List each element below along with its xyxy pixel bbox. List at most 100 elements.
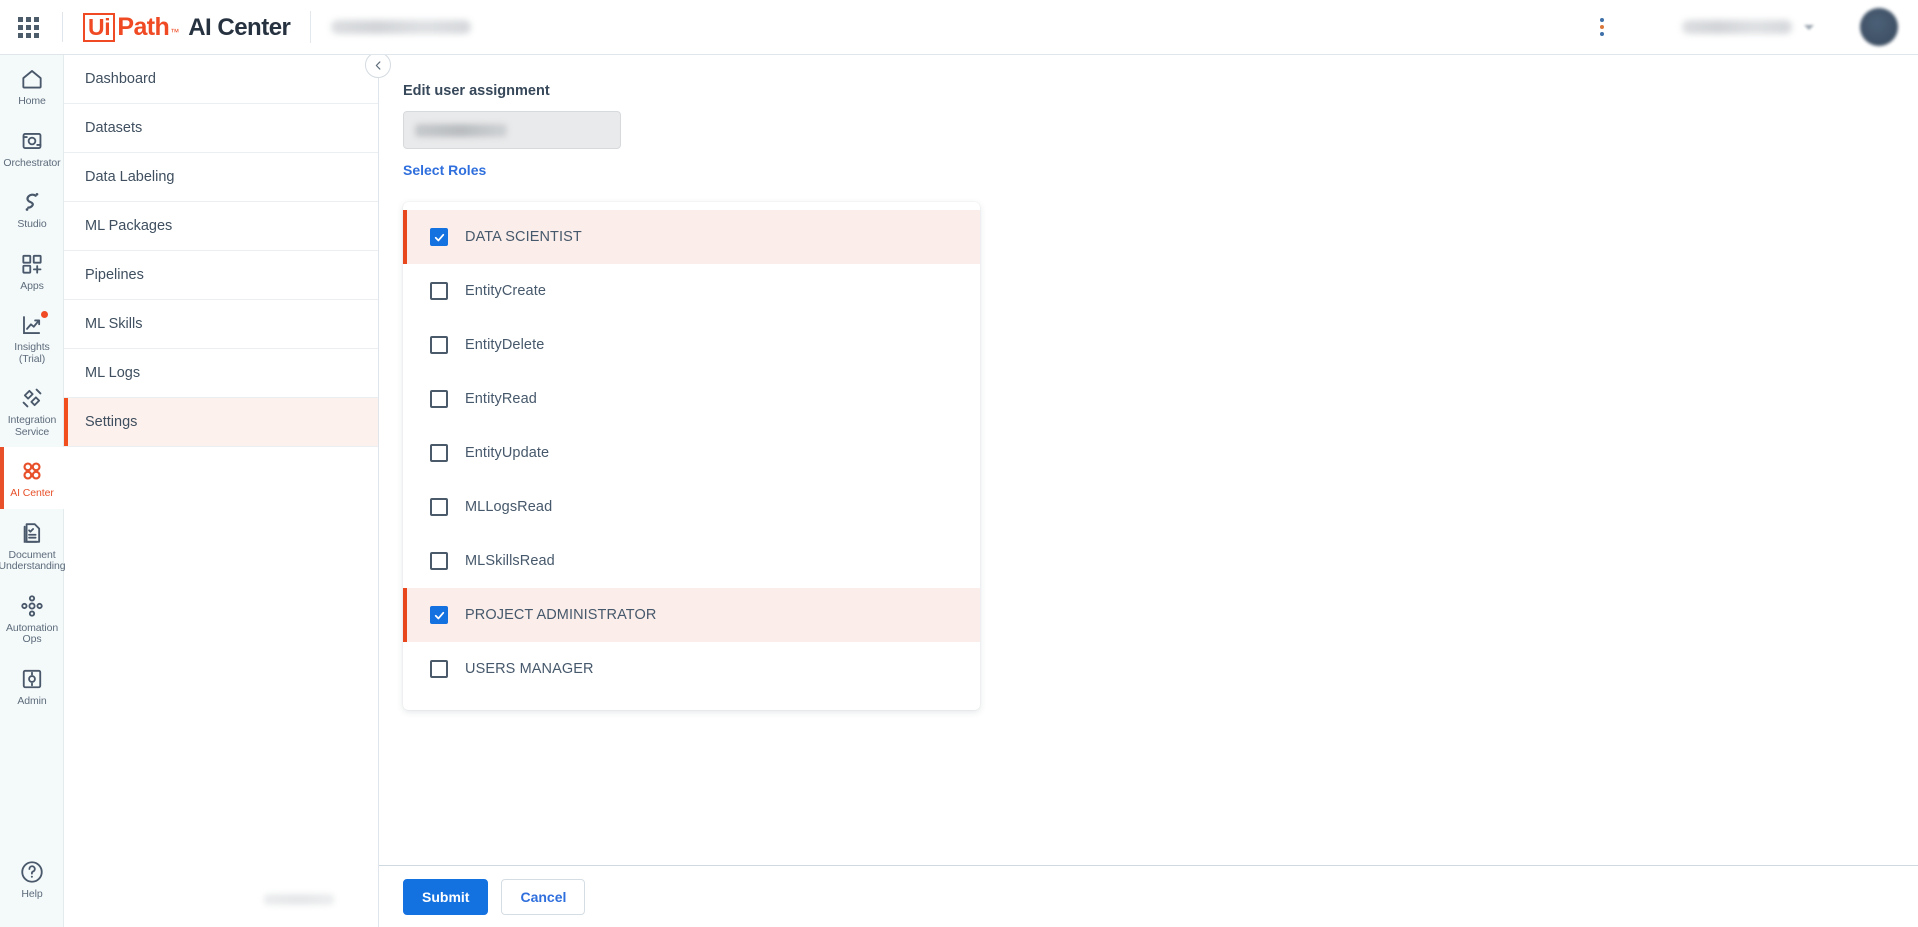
role-checkbox[interactable] (430, 444, 448, 462)
sidebar-item-label: Studio (17, 218, 47, 230)
sidebar-item-label: Automation Ops (5, 621, 59, 645)
subnav-item-label: Datasets (85, 120, 143, 136)
subnav-item-label: Settings (85, 414, 138, 430)
subnav-item-label: Dashboard (85, 71, 156, 87)
role-label: MLLogsRead (465, 499, 553, 515)
role-label: USERS MANAGER (465, 661, 594, 677)
project-name-redacted (331, 20, 472, 34)
role-label: DATA SCIENTIST (465, 229, 582, 245)
home-icon (19, 66, 45, 92)
product-name: AI Center (188, 13, 291, 41)
orchestrator-icon (19, 128, 45, 154)
sidebar-item-insights-trial[interactable]: Insights (Trial) (0, 301, 64, 374)
role-row[interactable]: MLSkillsRead (403, 534, 980, 588)
sidebar-item-label: Apps (20, 279, 44, 292)
role-checkbox[interactable] (430, 606, 448, 624)
roles-list-panel: DATA SCIENTIST EntityCreate EntityDelete En… (403, 202, 980, 710)
role-checkbox[interactable] (430, 336, 448, 354)
role-row[interactable]: PROJECT ADMINISTRATOR (403, 588, 980, 642)
user-field-value-redacted (415, 123, 507, 137)
sidebar-item-ai-center[interactable]: AI Center (0, 447, 64, 509)
subnav-item-label: ML Logs (85, 365, 141, 381)
sidebar-item-admin[interactable]: Admin (0, 655, 64, 717)
subnav-item-ml-skills[interactable]: ML Skills (64, 300, 378, 349)
logo-ui-mark: Ui (83, 12, 116, 42)
subnav-item-data-labeling[interactable]: Data Labeling (64, 153, 378, 202)
sidebar-item-label: AI Center (10, 487, 54, 499)
uipath-logo[interactable]: Ui Path ™ AI Center (83, 12, 291, 42)
role-label: MLSkillsRead (465, 553, 555, 569)
page-title: Edit user assignment (403, 83, 550, 99)
role-label: PROJECT ADMINISTRATOR (465, 607, 657, 623)
sidebar-item-label: Home (18, 95, 46, 107)
cancel-button[interactable]: Cancel (501, 878, 586, 915)
user-field[interactable] (403, 111, 621, 149)
avatar[interactable] (1860, 8, 1898, 46)
role-row[interactable]: EntityRead (403, 372, 980, 426)
subnav-item-datasets[interactable]: Datasets (64, 104, 378, 153)
document-understanding-icon (19, 520, 45, 546)
apps-launcher-button[interactable] (0, 0, 56, 55)
role-row[interactable]: USERS MANAGER (403, 642, 980, 696)
ai-center-icon (19, 458, 45, 484)
more-vertical-icon[interactable] (1582, 7, 1622, 47)
sidebar-item-home[interactable]: Home (0, 55, 64, 117)
collapse-nav-button[interactable] (365, 52, 391, 78)
role-row[interactable]: MLLogsRead (403, 480, 980, 534)
apps-icon (19, 251, 45, 277)
primary-sidebar: Home Orchestrator Studio Apps Insights (Tria… (0, 55, 66, 927)
role-label: EntityCreate (465, 283, 546, 299)
chevron-left-icon (375, 60, 380, 70)
watermark-redacted (264, 894, 334, 905)
sidebar-item-studio[interactable]: Studio (0, 178, 64, 240)
sidebar-item-label: Document Understanding (0, 548, 66, 572)
integration-service-icon (19, 385, 45, 411)
role-row[interactable]: EntityDelete (403, 318, 980, 372)
subnav-item-ml-logs[interactable]: ML Logs (64, 349, 378, 398)
tenant-selector[interactable] (1682, 20, 1814, 34)
submit-button[interactable]: Submit (403, 878, 489, 915)
select-roles-label[interactable]: Select Roles (403, 162, 1918, 178)
studio-icon (19, 189, 45, 215)
role-row[interactable]: EntityCreate (403, 264, 980, 318)
top-header: Ui Path ™ AI Center (0, 0, 1918, 55)
subnav-item-label: Pipelines (85, 267, 144, 283)
sidebar-item-label: Help (21, 887, 43, 900)
sidebar-item-label: Insights (Trial) (14, 341, 50, 365)
content-scroll-area: Edit user assignment Select Roles DATA S… (379, 55, 1918, 865)
grid-apps-icon (17, 16, 39, 38)
sidebar-item-integration-service[interactable]: Integration Service (0, 374, 64, 447)
sidebar-item-label: Integration Service (7, 414, 57, 438)
subnav-item-label: ML Packages (85, 218, 173, 234)
sidebar-item-document-understanding[interactable]: Document Understanding (0, 509, 66, 582)
role-checkbox[interactable] (430, 228, 448, 246)
subnav-item-dashboard[interactable]: Dashboard (64, 55, 378, 104)
subnav-item-ml-packages[interactable]: ML Packages (64, 202, 378, 251)
sidebar-item-label: Orchestrator (3, 156, 61, 169)
subnav-item-label: Data Labeling (85, 169, 175, 185)
role-checkbox[interactable] (430, 282, 448, 300)
role-checkbox[interactable] (430, 552, 448, 570)
help-circle-icon (19, 859, 45, 885)
tenant-name-redacted (1682, 20, 1792, 34)
role-checkbox[interactable] (430, 390, 448, 408)
role-row[interactable]: EntityUpdate (403, 426, 980, 480)
sidebar-item-help[interactable]: Help (0, 848, 64, 910)
role-checkbox[interactable] (430, 660, 448, 678)
sidebar-item-apps[interactable]: Apps (0, 240, 64, 302)
role-checkbox[interactable] (430, 498, 448, 516)
sidebar-item-orchestrator[interactable]: Orchestrator (0, 117, 64, 179)
secondary-nav: Dashboard Datasets Data Labeling ML Package… (64, 55, 379, 927)
logo-path-text: Path (117, 12, 170, 41)
role-label: EntityUpdate (465, 445, 550, 461)
sidebar-item-automation-ops[interactable]: Automation Ops (0, 582, 64, 655)
role-label: EntityDelete (465, 337, 545, 353)
role-label: EntityRead (465, 391, 537, 407)
subnav-item-pipelines[interactable]: Pipelines (64, 251, 378, 300)
logo-trademark: ™ (170, 26, 180, 37)
form-footer: Submit Cancel (379, 865, 1918, 927)
subnav-item-settings[interactable]: Settings (64, 398, 378, 447)
role-row[interactable]: DATA SCIENTIST (403, 210, 980, 264)
automation-ops-icon (19, 593, 45, 619)
admin-icon (19, 666, 45, 692)
